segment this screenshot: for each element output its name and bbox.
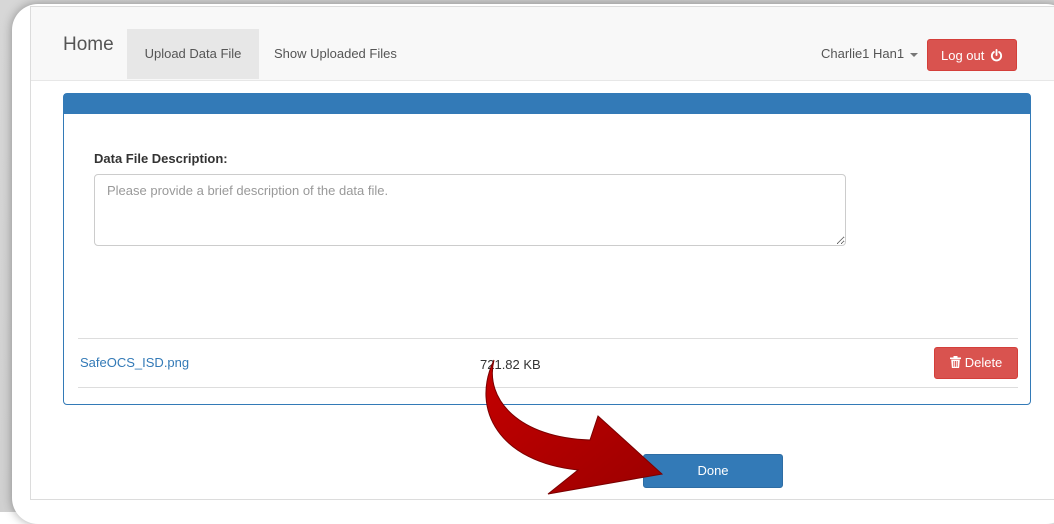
file-row: SafeOCS_ISD.png 721.82 KB Delete <box>78 338 1018 388</box>
description-textarea[interactable] <box>94 174 846 246</box>
logout-button[interactable]: Log out <box>927 39 1017 71</box>
done-button[interactable]: Done <box>643 454 783 488</box>
tab-upload-data-file[interactable]: Upload Data File <box>127 29 259 79</box>
user-menu-dropdown[interactable]: Charlie1 Han1 <box>821 29 919 79</box>
logout-label: Log out <box>941 48 985 63</box>
top-navbar: Home Upload Data File Show Uploaded File… <box>31 7 1054 81</box>
tab-show-uploaded-files[interactable]: Show Uploaded Files <box>259 29 412 79</box>
description-label: Data File Description: <box>94 151 228 166</box>
caret-down-icon <box>910 52 919 57</box>
user-name: Charlie1 Han1 <box>821 46 905 61</box>
file-name-link[interactable]: SafeOCS_ISD.png <box>80 355 189 370</box>
panel-heading <box>64 94 1030 114</box>
trash-icon <box>949 356 961 368</box>
delete-label: Delete <box>964 355 1003 370</box>
delete-button[interactable]: Delete <box>934 347 1018 379</box>
file-size: 721.82 KB <box>480 357 541 372</box>
app-page: Home Upload Data File Show Uploaded File… <box>30 6 1054 500</box>
power-icon <box>990 49 1003 62</box>
brand-home-link[interactable]: Home <box>63 34 114 56</box>
upload-panel: Data File Description: SafeOCS_ISD.png 7… <box>63 93 1031 405</box>
